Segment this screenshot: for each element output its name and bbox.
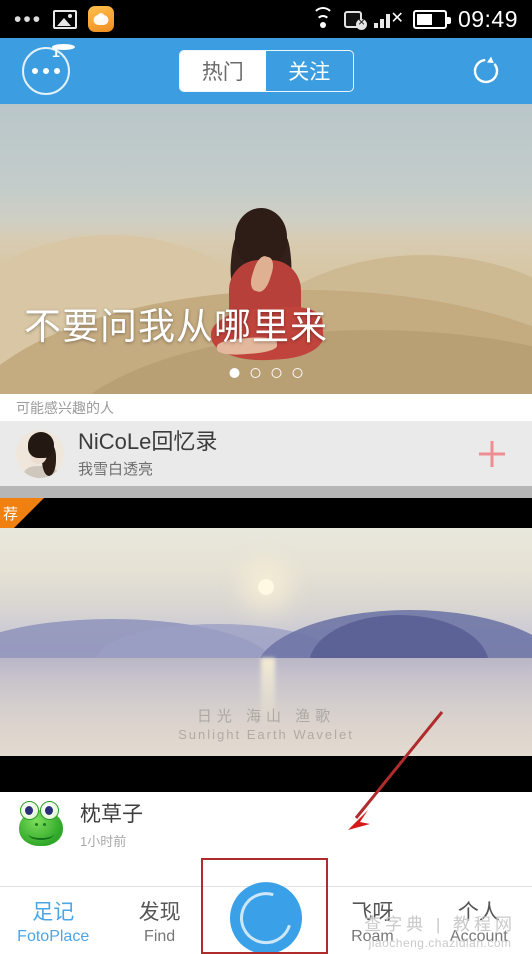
avatar[interactable] [16,801,66,847]
photo-icon [53,9,78,29]
battery-icon [412,9,451,29]
tab-hot[interactable]: 热门 [179,51,266,91]
post-author-info: 枕草子 1小时前 [80,798,143,850]
dot-indicator[interactable] [229,368,240,378]
refresh-icon [473,56,499,84]
app-header: 1 热门 关注 [0,38,532,104]
shutter-ring [230,882,302,953]
section-divider [0,486,532,498]
signal-off-icon: ✕ [373,10,404,28]
avatar[interactable] [16,430,64,478]
menu-button[interactable]: 1 [22,44,75,95]
sim-disabled-icon [343,10,367,30]
notification-badge: 1 [52,44,75,60]
photo-watermark-cn: 日光 海山 渔歌 [196,708,336,725]
banner-pagination-dots[interactable] [229,368,303,378]
suggested-user-info: NiCoLe回忆录 我雪白透亮 [78,429,470,478]
tab-account-cn: 个人 [457,900,500,924]
tab-fotoplace-en: FotoPlace [17,927,90,945]
tab-find-cn: 发现 [138,900,181,924]
status-bar-left-icons: ••• [14,6,115,32]
suggested-user-name: NiCoLe回忆录 [78,429,218,455]
recommended-flag-label: 荐 [3,506,19,523]
dot-3 [54,68,60,74]
app-screen: ••• ✕ 09:49 1 热门 关注 [0,0,532,954]
game-icon [88,6,115,32]
dot-2 [43,68,49,74]
bottom-tab-bar: 足记 FotoPlace 发现 Find 飞呀 Roam 个人 Account [0,881,532,954]
suggested-user-subtitle: 我雪白透亮 [78,460,154,478]
post-timestamp: 1小时前 [80,834,127,849]
status-bar-right-icons: ✕ 09:49 [311,6,518,33]
dot-1 [32,68,38,74]
tab-account[interactable]: 个人 Account [426,887,532,954]
tab-find-en: Find [144,927,176,945]
wifi-icon [311,7,335,28]
follow-button[interactable] [470,432,514,476]
tab-find[interactable]: 发现 Find [106,887,212,954]
tab-roam[interactable]: 飞呀 Roam [319,887,425,954]
tab-camera[interactable] [213,881,319,954]
plus-icon [479,441,505,467]
post-author-row[interactable]: 枕草子 1小时前 [0,792,532,856]
header-tab-switcher: 热门 关注 [178,50,354,92]
post-photo[interactable]: 日光 海山 渔歌 Sunlight Earth Wavelet [0,528,532,756]
status-bar: ••• ✕ 09:49 [0,0,532,38]
post-film-top: 荐 [0,498,532,542]
suggested-user-row[interactable]: NiCoLe回忆录 我雪白透亮 [0,422,532,486]
dot-indicator[interactable] [250,368,261,378]
tab-roam-en: Roam [351,927,394,945]
tab-following[interactable]: 关注 [266,51,353,91]
photo-sun [258,579,274,596]
tab-fotoplace-cn: 足记 [32,900,75,924]
more-dots-icon: ••• [14,7,43,31]
post-card[interactable]: 荐 日光 海山 渔歌 Sunlight Earth Wavelet [0,498,532,792]
post-author-name: 枕草子 [80,803,143,826]
dot-indicator[interactable] [292,368,303,378]
camera-shutter-icon[interactable] [230,881,303,954]
photo-watermark: 日光 海山 渔歌 Sunlight Earth Wavelet [178,705,354,742]
status-bar-clock: 09:49 [457,5,518,32]
tab-account-en: Account [449,927,508,945]
dot-indicator[interactable] [271,368,282,378]
tab-fotoplace[interactable]: 足记 FotoPlace [0,887,106,954]
photo-watermark-en: Sunlight Earth Wavelet [178,727,354,742]
suggested-section-title: 可能感兴趣的人 [0,394,532,422]
post-film-bottom [0,756,532,792]
featured-banner[interactable]: 不要问我从哪里来 [0,104,532,394]
refresh-button[interactable] [462,47,510,95]
tab-roam-cn: 飞呀 [351,900,394,924]
banner-title: 不要问我从哪里来 [24,306,328,347]
